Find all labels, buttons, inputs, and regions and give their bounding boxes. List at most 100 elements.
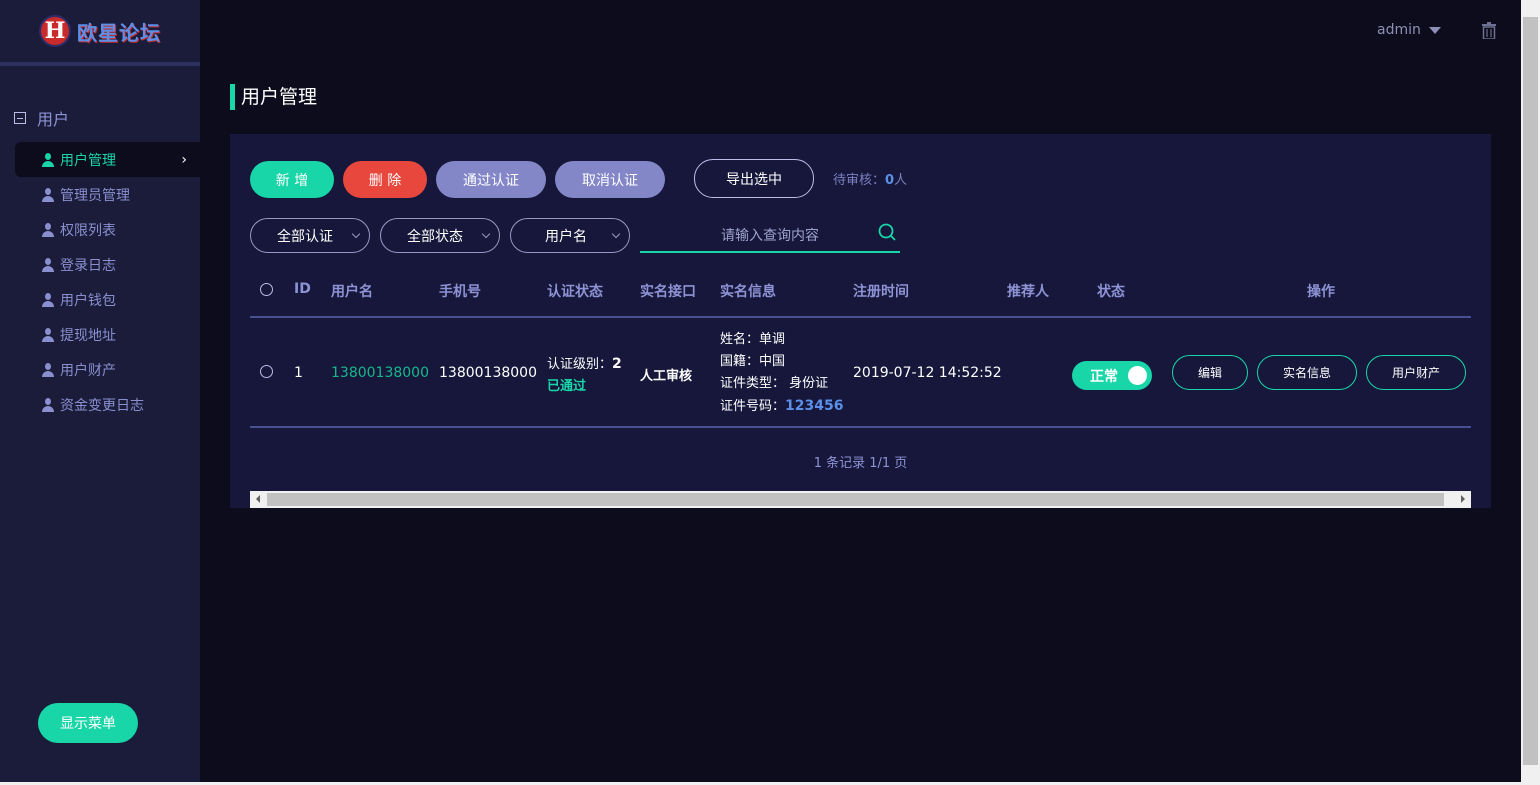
sidebar-item-user-wallet[interactable]: 用户钱包 <box>15 282 200 317</box>
menu-group-label: 用户 <box>37 110 70 129</box>
sidebar-menu: 用户管理 › 管理员管理 权限列表 登录日志 用户钱包 提现地址 用户财产 资金… <box>15 142 200 422</box>
user-icon <box>41 327 55 342</box>
cert-filter-select[interactable]: 全部认证 <box>250 218 370 253</box>
horizontal-scrollbar[interactable] <box>250 491 1471 508</box>
page-title: 用户管理 <box>230 84 317 110</box>
status-filter-value: 全部状态 <box>407 228 463 245</box>
header-actions: 操作 <box>1307 284 1335 300</box>
cell-phone: 13800138000 <box>439 365 537 381</box>
cell-cert-status: 认证级别：2 已通过 <box>547 353 622 398</box>
cell-username-link[interactable]: 13800138000 <box>331 365 429 381</box>
field-filter-value: 用户名 <box>545 228 587 245</box>
scroll-left-icon[interactable] <box>256 495 260 503</box>
cell-reg-time: 2019-07-12 14:52:52 <box>853 365 1002 381</box>
pending-count: 0 <box>885 173 895 188</box>
sidebar-item-user-management[interactable]: 用户管理 › <box>15 142 200 177</box>
scrollbar-thumb[interactable] <box>267 493 1444 506</box>
trash-icon[interactable] <box>1482 22 1496 39</box>
realname-name: 姓名：单调 <box>720 332 786 347</box>
sidebar-item-label: 管理员管理 <box>60 187 130 204</box>
scrollbar-thumb[interactable] <box>1523 17 1538 765</box>
sidebar-item-label: 权限列表 <box>60 222 116 239</box>
brand-name: 欧星论坛 <box>77 20 161 45</box>
export-selected-button[interactable]: 导出选中 <box>694 159 814 198</box>
user-assets-button[interactable]: 用户财产 <box>1366 355 1466 390</box>
sidebar-item-label: 提现地址 <box>60 327 116 344</box>
delete-button[interactable]: 删 除 <box>343 161 427 198</box>
header-referrer: 推荐人 <box>1007 284 1049 300</box>
logo-icon: H <box>39 15 71 47</box>
header-username: 用户名 <box>331 284 373 300</box>
cert-level-line: 认证级别：2 <box>547 353 622 376</box>
cert-level-value: 2 <box>612 356 622 372</box>
cell-id: 1 <box>294 365 303 381</box>
sidebar-item-fund-log[interactable]: 资金变更日志 <box>15 387 200 422</box>
user-icon <box>41 397 55 412</box>
header-reg-time: 注册时间 <box>853 284 909 300</box>
sidebar-item-login-log[interactable]: 登录日志 <box>15 247 200 282</box>
sidebar-item-label: 资金变更日志 <box>60 397 144 414</box>
pending-review: 待审核：0人 <box>833 169 907 188</box>
divider <box>250 426 1471 428</box>
cell-realname-info: 姓名：单调 国籍：中国 证件类型： 身份证 证件号码：123456 <box>720 329 843 418</box>
search-input[interactable] <box>640 222 870 250</box>
cert-status-badge: 已通过 <box>547 379 587 394</box>
header-phone: 手机号 <box>439 284 481 300</box>
cert-filter-value: 全部认证 <box>277 228 333 245</box>
divider <box>250 316 1471 318</box>
caret-down-icon <box>1428 26 1441 34</box>
edit-button[interactable]: 编辑 <box>1172 355 1248 390</box>
user-icon <box>41 222 55 237</box>
sidebar-item-label: 用户财产 <box>60 362 116 379</box>
header-cert-status: 认证状态 <box>547 284 603 300</box>
sidebar-item-user-assets[interactable]: 用户财产 <box>15 352 200 387</box>
realname-info-button[interactable]: 实名信息 <box>1257 355 1357 390</box>
username-label: admin <box>1377 22 1421 38</box>
row-select-radio[interactable] <box>260 365 273 378</box>
realname-doc-label: 证件号码： <box>720 399 786 414</box>
user-icon <box>41 292 55 307</box>
status-toggle[interactable]: 正常 <box>1072 361 1152 390</box>
header-realname-info: 实名信息 <box>720 284 776 300</box>
pagination-info: 1 条记录 1/1 页 <box>813 456 908 471</box>
pending-suffix: 人 <box>894 173 908 188</box>
header-id: ID <box>294 281 311 297</box>
sidebar-item-label: 用户钱包 <box>60 292 116 309</box>
user-menu[interactable]: admin <box>1377 22 1441 38</box>
status-toggle-label: 正常 <box>1090 368 1118 385</box>
sidebar-item-permissions[interactable]: 权限列表 <box>15 212 200 247</box>
realname-doc-number: 123456 <box>785 398 844 414</box>
add-button[interactable]: 新 增 <box>250 161 334 198</box>
realname-doc-type: 证件类型： 身份证 <box>720 376 829 391</box>
sidebar-item-admin-management[interactable]: 管理员管理 <box>15 177 200 212</box>
chevron-down-icon <box>351 229 361 239</box>
scroll-right-icon[interactable] <box>1461 495 1465 503</box>
chevron-down-icon <box>481 229 491 239</box>
chevron-right-icon: › <box>181 152 187 168</box>
chevron-down-icon <box>611 229 621 239</box>
cell-interface: 人工审核 <box>640 369 693 384</box>
sidebar: H 欧星论坛 用户 用户管理 › 管理员管理 权限列表 登录日志 用户钱包 提现… <box>0 0 200 782</box>
status-filter-select[interactable]: 全部状态 <box>380 218 500 253</box>
approve-cert-button[interactable]: 通过认证 <box>436 161 546 198</box>
cancel-cert-button[interactable]: 取消认证 <box>555 161 665 198</box>
header-interface: 实名接口 <box>640 284 696 300</box>
toggle-knob <box>1128 366 1147 385</box>
logo[interactable]: H 欧星论坛 <box>0 0 200 66</box>
field-filter-select[interactable]: 用户名 <box>510 218 630 253</box>
select-all-radio[interactable] <box>260 283 273 296</box>
menu-group-user[interactable]: 用户 <box>14 106 69 130</box>
main-panel: 新 增 删 除 通过认证 取消认证 导出选中 待审核：0人 全部认证 全部状态 … <box>230 134 1491 508</box>
user-icon <box>41 257 55 272</box>
sidebar-item-label: 登录日志 <box>60 257 116 274</box>
pending-prefix: 待审核： <box>833 173 886 188</box>
sidebar-item-withdraw-address[interactable]: 提现地址 <box>15 317 200 352</box>
search-box <box>640 218 900 253</box>
user-icon <box>41 362 55 377</box>
user-icon <box>41 152 55 167</box>
user-icon <box>41 187 55 202</box>
show-menu-button[interactable]: 显示菜单 <box>38 703 138 743</box>
search-icon[interactable] <box>878 223 896 241</box>
vertical-scrollbar[interactable] <box>1521 0 1540 782</box>
minus-box-icon[interactable] <box>14 112 26 124</box>
